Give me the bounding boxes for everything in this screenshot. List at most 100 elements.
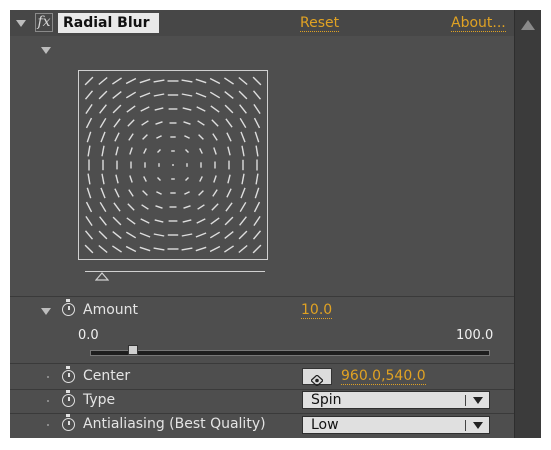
- blur-stroke: [85, 201, 93, 213]
- stopwatch-icon[interactable]: [62, 366, 75, 383]
- blur-stroke: [183, 205, 191, 209]
- blur-stroke: [225, 118, 233, 128]
- vertical-scrollbar[interactable]: [514, 10, 541, 438]
- blur-stroke: [225, 202, 233, 212]
- blur-stroke: [195, 232, 207, 238]
- blur-stroke: [213, 147, 217, 155]
- blur-stroke: [238, 76, 248, 86]
- separator: [10, 389, 515, 390]
- reset-link[interactable]: Reset: [300, 15, 340, 32]
- preview-disclosure-triangle-icon[interactable]: [41, 47, 51, 54]
- collapse-triangle-icon[interactable]: [16, 20, 26, 27]
- blur-stroke: [226, 132, 232, 142]
- separator: [10, 413, 515, 414]
- blur-stroke: [87, 173, 91, 185]
- blur-stroke: [128, 189, 134, 197]
- blur-stroke: [113, 202, 121, 212]
- separator: [10, 363, 515, 364]
- stopwatch-icon[interactable]: [62, 390, 75, 407]
- blur-stroke: [155, 121, 163, 125]
- effect-content: fx Radial Blur Reset About... Amount 10.…: [10, 10, 515, 438]
- blur-stroke: [126, 217, 136, 225]
- amount-slider-track[interactable]: [90, 350, 490, 356]
- amount-max-label: 100.0: [456, 328, 494, 343]
- blur-stroke: [140, 106, 150, 112]
- blur-stroke: [240, 187, 246, 199]
- center-crosshair-button[interactable]: [302, 368, 332, 387]
- dropdown-arrow-icon: [473, 422, 483, 429]
- fx-icon[interactable]: fx: [35, 13, 53, 32]
- stopwatch-icon[interactable]: [62, 299, 75, 316]
- blur-stroke: [195, 78, 207, 84]
- blur-stroke: [143, 176, 147, 182]
- amount-disclosure-triangle-icon[interactable]: [41, 308, 51, 315]
- blur-stroke: [98, 230, 108, 240]
- blur-stroke: [115, 174, 119, 184]
- blur-stroke: [141, 204, 149, 210]
- type-selected-value: Spin: [311, 392, 342, 408]
- dropdown-arrow-icon: [473, 397, 483, 404]
- blur-stroke: [196, 106, 206, 112]
- amount-value[interactable]: 10.0: [301, 302, 333, 319]
- blur-stroke: [86, 131, 92, 143]
- blur-stroke: [139, 92, 151, 98]
- blur-stroke: [184, 135, 190, 139]
- blur-stroke: [241, 173, 245, 185]
- antialiasing-dropdown[interactable]: Low: [302, 416, 490, 434]
- blur-stroke: [252, 76, 262, 86]
- blur-stroke: [87, 145, 91, 157]
- blur-stroke: [185, 177, 189, 181]
- blur-stroke: [143, 148, 147, 154]
- blur-stroke: [98, 76, 108, 86]
- amount-min-label: 0.0: [78, 328, 99, 343]
- blur-stroke: [253, 216, 261, 226]
- radial-blur-preview: [78, 70, 268, 260]
- blur-stroke: [115, 146, 119, 156]
- type-label: Type: [83, 392, 116, 408]
- center-value[interactable]: 960.0,540.0: [341, 368, 426, 385]
- blur-stroke: [157, 149, 161, 153]
- blur-stroke: [253, 117, 261, 129]
- blur-stroke: [239, 117, 247, 129]
- blur-stroke: [99, 216, 107, 226]
- blur-stroke: [211, 119, 219, 127]
- blur-stroke: [239, 201, 247, 213]
- effect-title[interactable]: Radial Blur: [58, 13, 159, 33]
- blur-stroke: [239, 216, 247, 226]
- blur-stroke: [142, 134, 148, 140]
- blur-stroke: [139, 78, 151, 84]
- amount-slider-thumb[interactable]: [127, 345, 138, 355]
- stopwatch-icon[interactable]: [62, 414, 75, 431]
- blur-stroke: [239, 104, 247, 114]
- blur-stroke: [184, 191, 190, 195]
- blur-stroke: [142, 190, 148, 196]
- blur-stroke: [197, 204, 205, 210]
- blur-stroke: [156, 135, 162, 139]
- blur-stroke: [99, 104, 107, 114]
- scroll-up-arrow-icon[interactable]: [521, 20, 535, 30]
- blur-stroke: [125, 91, 137, 99]
- amount-label: Amount: [83, 302, 139, 318]
- blur-stroke: [112, 231, 122, 239]
- blur-stroke: [209, 91, 221, 99]
- blur-stroke: [129, 147, 133, 155]
- blur-stroke: [86, 187, 92, 199]
- about-link[interactable]: About...: [451, 15, 506, 32]
- blur-stroke: [139, 232, 151, 238]
- dropdown-divider: [465, 395, 466, 406]
- blur-stroke: [125, 245, 137, 253]
- blur-stroke: [98, 90, 108, 100]
- blur-stroke: [140, 218, 150, 224]
- separator: [10, 296, 515, 297]
- blur-stroke: [254, 131, 260, 143]
- blur-stroke: [209, 245, 221, 253]
- row-bullet: [47, 400, 49, 402]
- row-bullet: [47, 376, 49, 378]
- blur-stroke: [210, 217, 220, 225]
- blur-stroke: [181, 233, 193, 237]
- blur-stroke: [224, 91, 234, 99]
- blur-stroke: [212, 189, 218, 197]
- type-dropdown[interactable]: Spin: [302, 391, 490, 409]
- blur-stroke: [129, 175, 133, 183]
- effect-controls-panel: fx Radial Blur Reset About... Amount 10.…: [10, 10, 541, 438]
